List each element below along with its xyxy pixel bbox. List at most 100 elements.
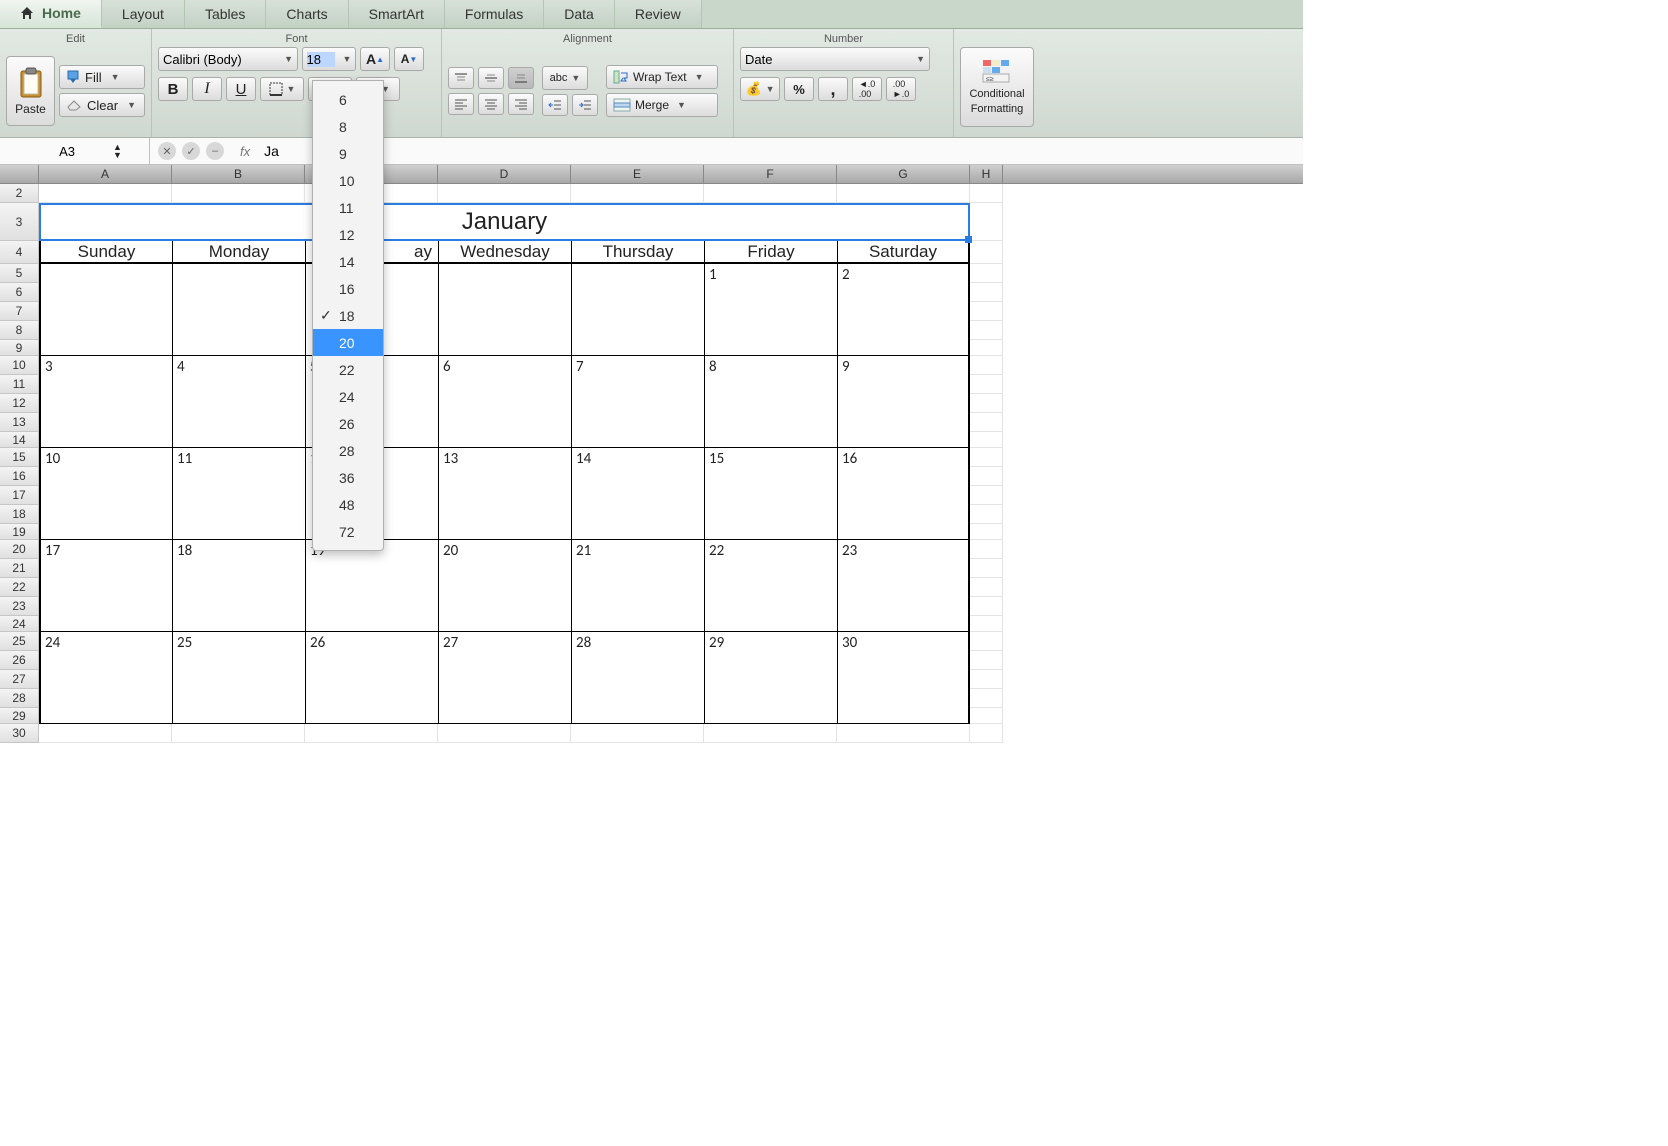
- cell[interactable]: [39, 184, 172, 203]
- calendar-day-cell[interactable]: 6: [438, 356, 571, 447]
- calendar-day-header[interactable]: Wednesday: [438, 241, 571, 262]
- tab-data[interactable]: Data: [544, 0, 615, 28]
- wrap-text-button[interactable]: Wrap Text▼: [606, 65, 718, 89]
- cell[interactable]: [438, 724, 571, 743]
- name-box[interactable]: ▲▼: [0, 138, 150, 164]
- row-header[interactable]: 13: [0, 413, 39, 432]
- align-center-button[interactable]: [478, 93, 504, 115]
- calendar-day-cell[interactable]: 27: [438, 632, 571, 723]
- calendar-day-header[interactable]: Sunday: [39, 241, 172, 262]
- align-middle-button[interactable]: [478, 67, 504, 89]
- font-size-option[interactable]: 20: [313, 329, 383, 356]
- calendar-day-cell[interactable]: 25: [172, 632, 305, 723]
- formula-builder-button[interactable]: –: [206, 142, 224, 160]
- border-button[interactable]: ▼: [260, 77, 304, 101]
- cell[interactable]: [970, 302, 1003, 321]
- row-header[interactable]: 15: [0, 448, 39, 467]
- decrease-font-button[interactable]: A▼: [394, 47, 424, 71]
- row-header[interactable]: 24: [0, 616, 39, 632]
- bold-button[interactable]: B: [158, 77, 188, 101]
- cell[interactable]: [970, 540, 1003, 559]
- font-size-combo[interactable]: ▼: [302, 47, 356, 71]
- font-size-option[interactable]: 14: [313, 248, 383, 275]
- cell[interactable]: [571, 184, 704, 203]
- font-size-option[interactable]: 6: [313, 86, 383, 113]
- calendar-day-cell[interactable]: [172, 264, 305, 355]
- calendar-day-cell[interactable]: 14: [571, 448, 704, 539]
- row-header[interactable]: 10: [0, 356, 39, 375]
- cell-reference-input[interactable]: [27, 144, 107, 159]
- row-header[interactable]: 8: [0, 321, 39, 340]
- accept-formula-button[interactable]: ✓: [182, 142, 200, 160]
- font-name-input[interactable]: [163, 52, 276, 67]
- row-header[interactable]: 26: [0, 651, 39, 670]
- row-header[interactable]: 29: [0, 708, 39, 724]
- calendar-day-cell[interactable]: 4: [172, 356, 305, 447]
- cell[interactable]: [970, 689, 1003, 708]
- cell[interactable]: [970, 394, 1003, 413]
- cell[interactable]: [970, 283, 1003, 302]
- font-size-option[interactable]: 9: [313, 140, 383, 167]
- column-header[interactable]: H: [970, 165, 1003, 183]
- decrease-indent-button[interactable]: [542, 94, 568, 116]
- calendar-day-cell[interactable]: 8: [704, 356, 837, 447]
- calendar-day-header[interactable]: Saturday: [837, 241, 970, 262]
- font-size-option[interactable]: 11: [313, 194, 383, 221]
- fx-icon[interactable]: fx: [240, 144, 250, 159]
- calendar-day-cell[interactable]: 30: [837, 632, 970, 723]
- calendar-day-cell[interactable]: 20: [438, 540, 571, 631]
- cell[interactable]: [970, 432, 1003, 448]
- calendar-day-cell[interactable]: 13: [438, 448, 571, 539]
- number-format-input[interactable]: [745, 52, 908, 67]
- cell[interactable]: [970, 448, 1003, 467]
- cell[interactable]: [970, 184, 1003, 203]
- row-header[interactable]: 19: [0, 524, 39, 540]
- column-header[interactable]: A: [39, 165, 172, 183]
- calendar-day-header[interactable]: Monday: [172, 241, 305, 262]
- cell[interactable]: [970, 264, 1003, 283]
- tab-review[interactable]: Review: [615, 0, 702, 28]
- row-header[interactable]: 25: [0, 632, 39, 651]
- currency-button[interactable]: 💰▼: [740, 77, 780, 101]
- tab-formulas[interactable]: Formulas: [445, 0, 544, 28]
- cell[interactable]: [970, 578, 1003, 597]
- cell[interactable]: [970, 632, 1003, 651]
- cell[interactable]: [438, 184, 571, 203]
- chevron-down-icon[interactable]: ▼: [343, 54, 352, 64]
- cell[interactable]: [970, 559, 1003, 578]
- cell[interactable]: [970, 241, 1003, 264]
- cell[interactable]: [970, 486, 1003, 505]
- row-header[interactable]: 7: [0, 302, 39, 321]
- row-header[interactable]: 21: [0, 559, 39, 578]
- font-name-combo[interactable]: ▼: [158, 47, 298, 71]
- cell[interactable]: [704, 184, 837, 203]
- calendar-day-cell[interactable]: 9: [837, 356, 970, 447]
- cell[interactable]: [172, 724, 305, 743]
- orientation-button[interactable]: abc▼: [542, 66, 588, 90]
- cell[interactable]: [970, 597, 1003, 616]
- font-size-option[interactable]: 72: [313, 518, 383, 545]
- clear-button[interactable]: Clear ▼: [59, 93, 145, 117]
- align-left-button[interactable]: [448, 93, 474, 115]
- font-size-option[interactable]: 22: [313, 356, 383, 383]
- row-header[interactable]: 16: [0, 467, 39, 486]
- cell[interactable]: [970, 321, 1003, 340]
- cell[interactable]: [970, 724, 1003, 743]
- font-size-option[interactable]: 28: [313, 437, 383, 464]
- cell[interactable]: [970, 505, 1003, 524]
- font-size-option[interactable]: 10: [313, 167, 383, 194]
- row-header[interactable]: 30: [0, 724, 39, 743]
- cell[interactable]: [837, 724, 970, 743]
- font-size-option[interactable]: 48: [313, 491, 383, 518]
- font-size-option[interactable]: 24: [313, 383, 383, 410]
- calendar-day-cell[interactable]: [571, 264, 704, 355]
- calendar-day-cell[interactable]: 21: [571, 540, 704, 631]
- cell[interactable]: [970, 708, 1003, 724]
- row-header[interactable]: 12: [0, 394, 39, 413]
- increase-decimal-button[interactable]: ◄.0.00: [852, 77, 882, 101]
- calendar-day-cell[interactable]: 15: [704, 448, 837, 539]
- stepper-icon[interactable]: ▲▼: [113, 143, 122, 159]
- cell[interactable]: [970, 340, 1003, 356]
- italic-button[interactable]: I: [192, 77, 222, 101]
- align-top-button[interactable]: [448, 67, 474, 89]
